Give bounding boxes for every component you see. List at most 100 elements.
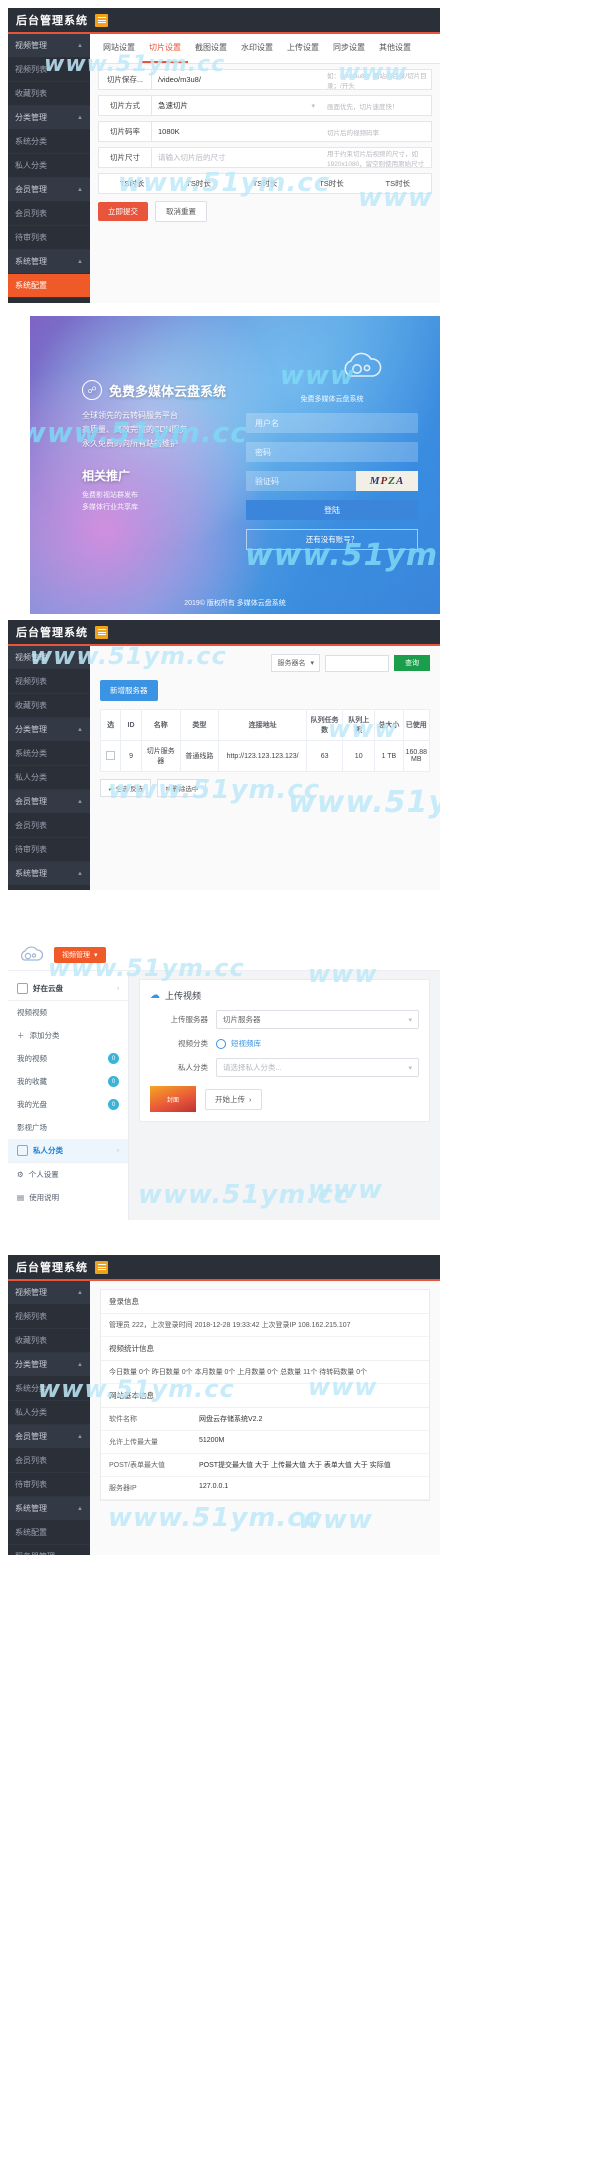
table-row[interactable]: 9 切片服务器 普通线路 http://123.123.123.123/ 63 … [99, 740, 431, 772]
sidebar-item-fav-list[interactable]: 收藏列表 [8, 694, 90, 718]
sidebar-item-private-category[interactable]: 私人分类 [8, 766, 90, 790]
start-upload-button[interactable]: 开始上传 › [205, 1088, 262, 1110]
sidebar-group-member[interactable]: 会员管理 ▲ [8, 790, 90, 814]
sidebar-group-label: 会员管理 [15, 185, 47, 194]
sidebar-group-member[interactable]: 会员管理 ▲ [8, 178, 90, 202]
sidebar-group-system[interactable]: 系统管理 ▲ [8, 250, 90, 274]
hint-slice-path: 如：D:/m3u8/；网站的目录/切片目录；/开头 [327, 72, 427, 90]
sidebar-group-video[interactable]: 视频管理 ▲ [8, 1281, 90, 1305]
select-upload-server[interactable]: 切片服务器 ▾ [216, 1010, 419, 1029]
tab-site[interactable]: 网站设置 [96, 34, 142, 63]
register-link[interactable]: 还有没有账号？ [246, 529, 418, 550]
login-button[interactable]: 登陆 [246, 500, 418, 520]
tab-watermark[interactable]: 水印设置 [234, 34, 280, 63]
sidebar-item-server-manage[interactable]: 服务器管理 [8, 298, 90, 303]
video-manage-pill[interactable]: 视频管理 ▾ [54, 947, 106, 963]
sidebar-item-member-list[interactable]: 会员列表 [8, 1449, 90, 1473]
tab-other[interactable]: 其他设置 [372, 34, 418, 63]
sidebar-group-system[interactable]: 系统管理 ▲ [8, 862, 90, 886]
input-slice-path[interactable]: /video/m3u8/ [152, 70, 321, 89]
sidebar-item-fav-list[interactable]: 收藏列表 [8, 82, 90, 106]
sidebar-group-category[interactable]: 分类管理 ▲ [8, 718, 90, 742]
sidebar-item-private-category[interactable]: 私人分类 › [8, 1139, 128, 1163]
sidebar-group-category[interactable]: 分类管理 ▲ [8, 106, 90, 130]
hamburger-icon[interactable] [95, 1260, 108, 1274]
hamburger-icon[interactable] [95, 13, 108, 27]
sidebar-group-video[interactable]: 视频管理 ▲ [8, 34, 90, 58]
sidebar-item-my-fav[interactable]: 我的收藏 0 [8, 1070, 128, 1093]
sidebar-item-private-category[interactable]: 私人分类 [8, 1401, 90, 1425]
topbar: 后台管理系统 [8, 620, 440, 646]
sidebar-item-fav-list[interactable]: 收藏列表 [8, 1329, 90, 1353]
ts-cell[interactable]: TS时长 [165, 174, 231, 193]
row-checkbox[interactable] [106, 750, 116, 760]
select-private-category[interactable]: 请选择私人分类... ▾ [216, 1058, 419, 1077]
sidebar-item-help[interactable]: ▤ 使用说明 [8, 1186, 128, 1209]
sidebar-item-my-disc[interactable]: 我的光盘 0 [8, 1093, 128, 1116]
password-field[interactable]: 密码 [246, 442, 418, 462]
sidebar-item-plaza[interactable]: 影视广场 [8, 1116, 128, 1139]
sidebar-item-sys-category[interactable]: 系统分类 [8, 1377, 90, 1401]
sidebar-item-video-list[interactable]: 视频列表 [8, 58, 90, 82]
sidebar-group-label: 分类管理 [15, 113, 47, 122]
sidebar-item-sys-category[interactable]: 系统分类 [8, 130, 90, 154]
user-circle-icon: ☍ [82, 380, 102, 400]
submit-button[interactable]: 立即提交 [98, 202, 148, 221]
sidebar-item-sys-category[interactable]: 系统分类 [8, 742, 90, 766]
sidebar-item-system-config[interactable]: 系统配置 [8, 274, 90, 298]
promo-line[interactable]: 免费影视站群发布 [82, 490, 226, 502]
sidebar-group-member[interactable]: 会员管理 ▲ [8, 1425, 90, 1449]
captcha-field[interactable]: 验证码 [255, 476, 279, 487]
search-input[interactable] [325, 654, 389, 672]
input-slice-bitrate[interactable]: 1080K [152, 122, 321, 141]
sidebar-item-system-config[interactable]: 系统配置 [8, 886, 90, 890]
sidebar-group-category[interactable]: 分类管理 ▲ [8, 1353, 90, 1377]
captcha-image[interactable]: MPZA [356, 471, 418, 491]
sidebar-item-my-video[interactable]: 我的视频 0 [8, 1047, 128, 1070]
tab-upload[interactable]: 上传设置 [280, 34, 326, 63]
sidebar-item-member-list[interactable]: 会员列表 [8, 814, 90, 838]
promo-line[interactable]: 多媒体行业共享库 [82, 502, 226, 514]
sidebar-item-pending-list[interactable]: 待审列表 [8, 838, 90, 862]
tab-slice[interactable]: 切片设置 [142, 34, 188, 63]
sidebar-item-label: 添加分类 [29, 1031, 60, 1040]
select-all-button[interactable]: ✔ 全选/反选 [100, 779, 152, 797]
col-limit: 队列上限 [342, 709, 376, 741]
sidebar-item-video[interactable]: 视频视频 [8, 1001, 128, 1024]
input-slice-size[interactable]: 请输入切片后的尺寸 [152, 148, 321, 167]
info-key: 软件名称 [109, 1416, 137, 1423]
sidebar-item-video-list[interactable]: 视频列表 [8, 1305, 90, 1329]
select-slice-mode[interactable]: 急速切片 ▾ [152, 96, 321, 115]
search-field-select[interactable]: 服务器名 ▾ [271, 654, 320, 672]
sidebar-item-pending-list[interactable]: 待审列表 [8, 226, 90, 250]
sidebar-group-system[interactable]: 系统管理 ▲ [8, 1497, 90, 1521]
tab-sync[interactable]: 同步设置 [326, 34, 372, 63]
username-field[interactable]: 用户名 [246, 413, 418, 433]
sidebar-item-label: 个人设置 [28, 1170, 59, 1179]
col-url: 连接地址 [218, 709, 308, 741]
sidebar-item-cloud[interactable]: 好在云盘 › [8, 977, 128, 1001]
sidebar-item-system-config[interactable]: 系统配置 [8, 1521, 90, 1545]
settings-content: 网站设置 切片设置 截图设置 水印设置 上传设置 同步设置 其他设置 切片保存.… [90, 34, 440, 303]
sidebar-item-private-category[interactable]: 私人分类 [8, 154, 90, 178]
sidebar-item-video-list[interactable]: 视频列表 [8, 670, 90, 694]
sidebar-item-pending-list[interactable]: 待审列表 [8, 1473, 90, 1497]
sidebar-item-server-manage[interactable]: 服务器管理 [8, 1545, 90, 1555]
sidebar-item-member-list[interactable]: 会员列表 [8, 202, 90, 226]
row-checkbox-cell[interactable] [99, 740, 122, 772]
sidebar-item-label: 我的光盘 [17, 1100, 47, 1109]
add-server-button[interactable]: 新增服务器 [100, 680, 158, 701]
upload-thumbnail[interactable]: 封面 [150, 1086, 196, 1112]
reset-button[interactable]: 取消重置 [155, 201, 207, 222]
sidebar-item-label: 影视广场 [17, 1123, 47, 1132]
sidebar-item-add-category[interactable]: ＋ 添加分类 [8, 1024, 128, 1047]
sidebar-item-personal-settings[interactable]: ⚙ 个人设置 [8, 1163, 128, 1186]
radio-short-video[interactable]: 短视频库 [216, 1038, 261, 1049]
search-button[interactable]: 查询 [394, 655, 430, 671]
form-row-slice-size: 切片尺寸 请输入切片后的尺寸 用于约束切片后视频的尺寸，如1920x1080，留… [98, 147, 432, 168]
sidebar-item-label: 视频视频 [17, 1008, 47, 1017]
sidebar-group-video[interactable]: 视频管理 ▲ [8, 646, 90, 670]
tab-capture[interactable]: 截图设置 [188, 34, 234, 63]
hamburger-icon[interactable] [95, 625, 108, 639]
delete-selected-button[interactable]: ✖ 删除选中 [157, 779, 207, 797]
